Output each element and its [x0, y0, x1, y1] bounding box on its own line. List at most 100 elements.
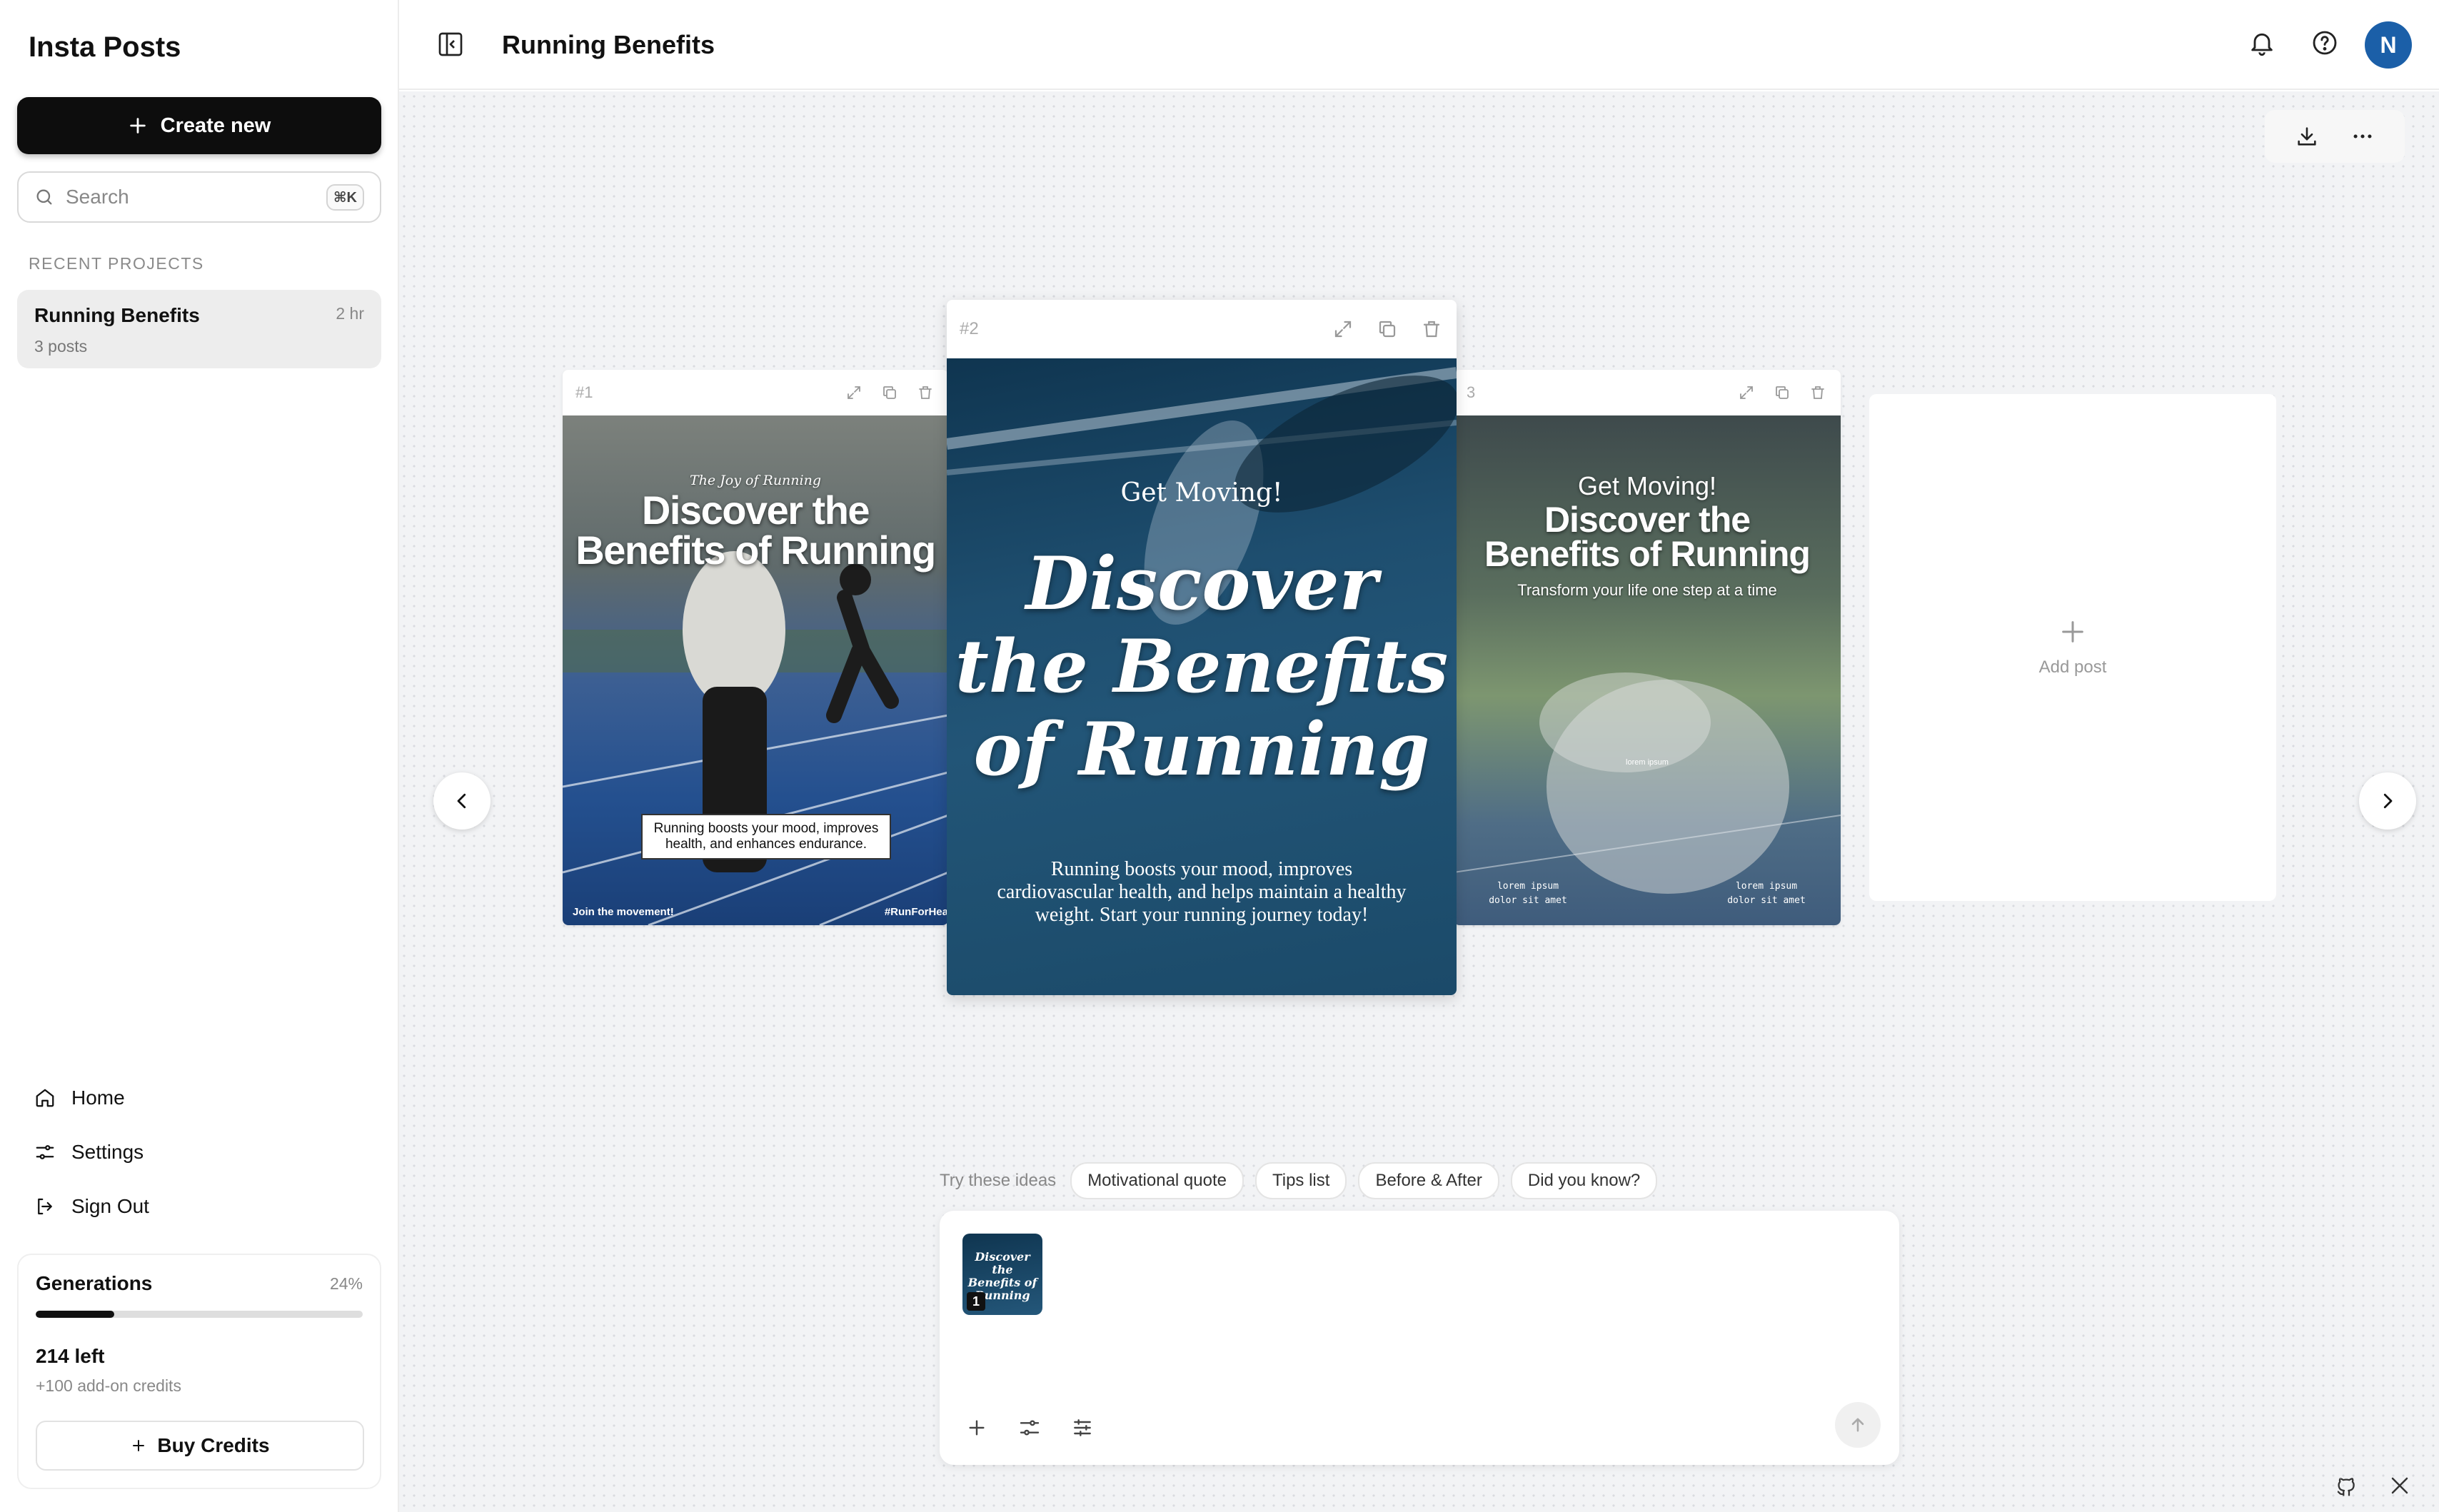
post-image-3: Get Moving! Discover the Benefits of Run… [1454, 415, 1841, 925]
chevron-right-icon [2383, 793, 2393, 809]
post-footer-right: #RunForHea [884, 906, 948, 918]
expand-icon[interactable] [845, 384, 863, 401]
nav-home-label: Home [71, 1087, 125, 1109]
duplicate-icon[interactable] [881, 384, 898, 401]
buy-credits-button[interactable]: Buy Credits [36, 1421, 364, 1471]
post-caption: Running boosts your mood, improves healt… [641, 814, 891, 860]
thumbnail-badge: 1 [967, 1292, 985, 1311]
download-icon[interactable] [2295, 124, 2319, 148]
post-body: Running boosts your mood, improves cardi… [997, 858, 1407, 926]
add-post-card[interactable]: Add post [1869, 394, 2276, 901]
addon-credits: +100 add-on credits [36, 1376, 181, 1395]
generations-card: Generations 24% 214 left +100 add-on cre… [17, 1254, 381, 1489]
footer-icons [2335, 1475, 2410, 1498]
nav-sign-out[interactable]: Sign Out [34, 1195, 149, 1218]
next-button[interactable] [2359, 772, 2416, 830]
style-sliders-icon[interactable] [1018, 1416, 1041, 1439]
nav-sign-out-label: Sign Out [71, 1195, 149, 1217]
plus-icon[interactable] [965, 1416, 988, 1439]
expand-icon[interactable] [1332, 318, 1354, 340]
adjustments-icon[interactable] [1071, 1416, 1094, 1439]
duplicate-icon[interactable] [1774, 384, 1791, 401]
search-input[interactable]: Search ⌘K [17, 171, 381, 223]
post-image-1: The Joy of Running Discover the Benefits… [563, 415, 948, 925]
recent-projects-label: RECENT PROJECTS [29, 254, 204, 273]
idea-chip-motivational-quote[interactable]: Motivational quote [1070, 1162, 1244, 1199]
post-note-left: lorem ipsum dolor sit amet [1489, 881, 1567, 906]
post-number: 3 [1467, 383, 1476, 401]
ideas-label: Try these ideas [940, 1171, 1057, 1190]
post-number: #2 [960, 319, 979, 338]
search-placeholder: Search [66, 186, 129, 208]
post-image-2: Get Moving! Discover the Benefits of Run… [947, 358, 1457, 995]
create-new-button[interactable]: Create new [17, 97, 381, 154]
shortcut-badge: ⌘K [326, 183, 364, 211]
post-kicker: The Joy of Running [689, 473, 822, 488]
chevron-left-icon [457, 793, 466, 809]
ideas-bar: Try these ideas Motivational quote Tips … [940, 1162, 1658, 1199]
generations-title: Generations [36, 1272, 153, 1294]
previous-button[interactable] [433, 772, 491, 830]
post-card-1[interactable]: #1 The Joy of Running Discover the Benef… [563, 370, 948, 925]
post-tiny-text: lorem ipsum [1626, 758, 1669, 767]
plus-icon [129, 118, 146, 133]
post-headline-line-2: Benefits of Running [575, 528, 936, 573]
post-number: #1 [575, 383, 593, 401]
nav-settings[interactable]: Settings [34, 1141, 144, 1164]
generations-progress-fill [36, 1311, 114, 1318]
post-headline-line-1: Discover the [1544, 500, 1751, 540]
sliders-icon [36, 1145, 54, 1159]
github-icon[interactable] [2335, 1475, 2358, 1498]
trash-icon[interactable] [917, 384, 934, 401]
idea-chip-before-after[interactable]: Before & After [1358, 1162, 1499, 1199]
sign-out-icon [38, 1198, 52, 1215]
post-card-3[interactable]: 3 Get Moving! Discover the Benefits of R… [1454, 370, 1841, 925]
attached-post-thumbnail[interactable]: Discover the Benefits of Running 1 [962, 1234, 1042, 1315]
avatar[interactable]: N [2365, 21, 2412, 69]
generations-percent: 24% [329, 1274, 363, 1293]
top-bar: Running Benefits N [399, 0, 2439, 90]
generations-progress-bar [36, 1311, 363, 1318]
trash-icon[interactable] [1809, 384, 1826, 401]
post-kicker: Get Moving! [1577, 471, 1717, 500]
plus-icon [133, 1440, 145, 1451]
post-subtitle: Transform your life one step at a time [1517, 581, 1777, 599]
expand-icon[interactable] [1738, 384, 1755, 401]
search-icon [36, 189, 52, 205]
trash-icon[interactable] [1421, 318, 1442, 340]
post-headline-line-1: Discover [1025, 541, 1378, 627]
duplicate-icon[interactable] [1377, 318, 1398, 340]
arrow-up-icon [1851, 1418, 1864, 1432]
composer-tools [965, 1416, 1094, 1439]
post-note-right: lorem ipsum dolor sit amet [1727, 881, 1806, 906]
project-time: 2 hr [336, 304, 364, 323]
nav-home[interactable]: Home [34, 1087, 125, 1109]
plus-icon [2062, 621, 2083, 642]
help-icon[interactable] [2310, 29, 2339, 57]
project-title: Running Benefits [34, 304, 200, 326]
page-title: Running Benefits [502, 30, 715, 59]
app-title: Insta Posts [29, 31, 181, 63]
generations-left: 214 left [36, 1345, 105, 1367]
add-post-label: Add post [2038, 657, 2107, 677]
send-button[interactable] [1835, 1402, 1881, 1448]
post-footer-left: Join the movement! [573, 906, 674, 918]
canvas-toolbar [2265, 110, 2405, 163]
sidebar: Insta Posts Create new Search ⌘K RECENT … [0, 0, 399, 1512]
post-kicker: Get Moving! [1120, 478, 1283, 508]
post-headline-line-3: of Running [973, 707, 1430, 792]
buy-credits-label: Buy Credits [157, 1434, 270, 1456]
nav-settings-label: Settings [71, 1141, 144, 1163]
sidebar-toggle-icon[interactable] [436, 30, 465, 59]
project-post-count: 3 posts [34, 337, 88, 356]
notification-bell-icon[interactable] [2248, 29, 2276, 57]
post-headline-line-2: Benefits of Running [1484, 534, 1811, 574]
more-options-icon[interactable] [2350, 124, 2375, 148]
x-twitter-icon[interactable] [2389, 1475, 2410, 1496]
project-item-running-benefits[interactable]: Running Benefits 2 hr 3 posts [17, 290, 381, 368]
post-card-2[interactable]: #2 Get Moving! Discover the Benefits of … [947, 300, 1457, 995]
prompt-composer[interactable]: Discover the Benefits of Running 1 [940, 1211, 1899, 1465]
idea-chip-tips-list[interactable]: Tips list [1254, 1162, 1347, 1199]
idea-chip-did-you-know[interactable]: Did you know? [1510, 1162, 1658, 1199]
post-headline-line-2: the Benefits [955, 624, 1449, 710]
